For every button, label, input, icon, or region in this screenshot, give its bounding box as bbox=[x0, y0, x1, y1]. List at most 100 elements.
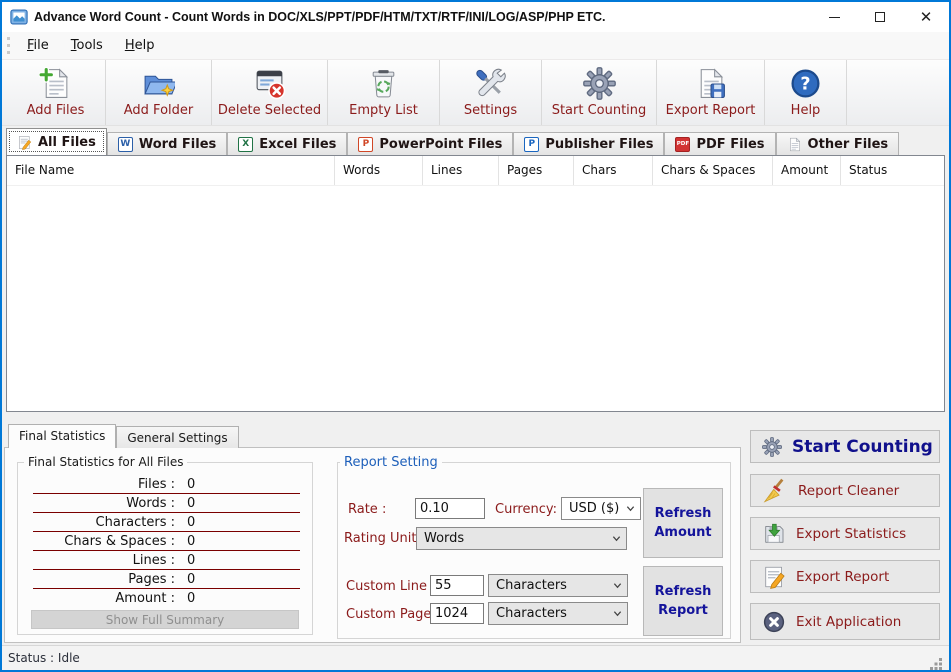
export-report-button[interactable]: Export Report bbox=[750, 560, 940, 593]
toolbar-button-label: Add Files bbox=[27, 103, 85, 118]
tab-publisher-files[interactable]: P Publisher Files bbox=[513, 132, 664, 155]
action-button-label: Start Counting bbox=[792, 437, 933, 457]
refresh-report-button[interactable]: Refresh Report bbox=[643, 566, 723, 636]
status-text: Status : Idle bbox=[8, 651, 80, 665]
toolbar-button-label: Export Report bbox=[666, 103, 756, 118]
stat-value: 0 bbox=[187, 477, 195, 492]
tab-general-settings[interactable]: General Settings bbox=[116, 426, 238, 448]
stat-row-files: Files : 0 bbox=[33, 475, 300, 494]
broom-icon bbox=[762, 478, 788, 504]
minimize-button[interactable] bbox=[811, 2, 857, 32]
add-folder-button[interactable]: Add Folder bbox=[106, 60, 212, 125]
column-header-pages[interactable]: Pages bbox=[499, 156, 574, 185]
maximize-icon bbox=[875, 12, 885, 22]
all-files-icon bbox=[17, 135, 32, 150]
maximize-button[interactable] bbox=[857, 2, 903, 32]
exit-icon bbox=[762, 610, 786, 634]
table-body-empty[interactable] bbox=[7, 186, 944, 411]
start-counting-toolbar-button[interactable]: Start Counting bbox=[542, 60, 657, 125]
custom-line-unit-select[interactable]: Characters bbox=[488, 574, 628, 597]
close-button[interactable]: ✕ bbox=[903, 2, 949, 32]
export-report-toolbar-button[interactable]: Export Report bbox=[657, 60, 765, 125]
final-statistics-page: Final Statistics for All Files Files : 0… bbox=[4, 447, 741, 643]
toolbar-button-label: Empty List bbox=[349, 103, 418, 118]
tab-label: PDF Files bbox=[696, 137, 764, 152]
tab-label: Excel Files bbox=[259, 137, 336, 152]
chevron-down-icon bbox=[613, 609, 622, 618]
column-header-chars[interactable]: Chars bbox=[574, 156, 653, 185]
stat-label: Chars & Spaces : bbox=[33, 534, 175, 549]
export-statistics-icon bbox=[762, 522, 786, 546]
stat-label: Files : bbox=[33, 477, 175, 492]
stat-value: 0 bbox=[187, 572, 195, 587]
empty-list-button[interactable]: Empty List bbox=[328, 60, 440, 125]
column-header-status[interactable]: Status bbox=[841, 156, 944, 185]
tab-label: Word Files bbox=[139, 137, 216, 152]
menu-tools[interactable]: Tools bbox=[60, 34, 114, 57]
exit-application-button[interactable]: Exit Application bbox=[750, 603, 940, 640]
action-button-panel: Start Counting Report Cleaner Ex bbox=[750, 418, 940, 645]
settings-button[interactable]: Settings bbox=[440, 60, 542, 125]
column-header-file-name[interactable]: File Name bbox=[7, 156, 335, 185]
toolbar-button-label: Help bbox=[791, 103, 821, 118]
stat-value: 0 bbox=[187, 591, 195, 606]
action-button-label: Report Cleaner bbox=[798, 483, 899, 499]
action-button-label: Export Statistics bbox=[796, 526, 906, 542]
column-header-words[interactable]: Words bbox=[335, 156, 423, 185]
custom-line-input[interactable] bbox=[430, 575, 484, 596]
stat-row-chars-spaces: Chars & Spaces : 0 bbox=[33, 532, 300, 551]
help-button[interactable]: ? Help bbox=[765, 60, 847, 125]
delete-selected-button[interactable]: Delete Selected bbox=[212, 60, 328, 125]
start-counting-button[interactable]: Start Counting bbox=[750, 430, 940, 463]
stat-row-lines: Lines : 0 bbox=[33, 551, 300, 570]
add-files-button[interactable]: Add Files bbox=[6, 60, 106, 125]
column-header-lines[interactable]: Lines bbox=[423, 156, 499, 185]
tab-powerpoint-files[interactable]: P PowerPoint Files bbox=[347, 132, 513, 155]
bottom-panel: Final Statistics General Settings Final … bbox=[2, 418, 949, 645]
rating-unit-select[interactable]: Words bbox=[416, 527, 627, 550]
currency-select[interactable]: USD ($) bbox=[561, 497, 641, 520]
column-header-chars-spaces[interactable]: Chars & Spaces bbox=[653, 156, 773, 185]
report-cleaner-button[interactable]: Report Cleaner bbox=[750, 474, 940, 507]
stat-label: Amount : bbox=[33, 591, 175, 606]
tab-excel-files[interactable]: X Excel Files bbox=[227, 132, 347, 155]
table-header: File Name Words Lines Pages Chars Chars … bbox=[7, 156, 944, 186]
page-pencil-icon bbox=[762, 565, 786, 589]
stat-label: Pages : bbox=[33, 572, 175, 587]
tab-other-files[interactable]: Other Files bbox=[776, 132, 900, 155]
tab-word-files[interactable]: W Word Files bbox=[107, 132, 227, 155]
menu-help[interactable]: Help bbox=[114, 34, 166, 57]
resize-grip[interactable] bbox=[929, 656, 943, 670]
stat-label: Characters : bbox=[33, 515, 175, 530]
custom-page-label: Custom Page : bbox=[346, 607, 440, 622]
menu-file[interactable]: File bbox=[16, 34, 60, 57]
show-full-summary-button[interactable]: Show Full Summary bbox=[31, 610, 299, 629]
tab-pdf-files[interactable]: PDF PDF Files bbox=[664, 132, 775, 155]
other-files-icon bbox=[787, 137, 802, 152]
chevron-down-icon bbox=[613, 581, 622, 590]
tab-all-files[interactable]: All Files bbox=[6, 128, 107, 155]
final-statistics-rows: Files : 0 Words : 0 Characters : 0 Chars… bbox=[33, 475, 300, 608]
window-title: Advance Word Count - Count Words in DOC/… bbox=[34, 10, 606, 24]
delete-selected-icon bbox=[253, 67, 286, 100]
export-statistics-button[interactable]: Export Statistics bbox=[750, 517, 940, 550]
stat-row-words: Words : 0 bbox=[33, 494, 300, 513]
final-statistics-group: Final Statistics for All Files Files : 0… bbox=[17, 455, 313, 635]
file-list-table: File Name Words Lines Pages Chars Chars … bbox=[6, 155, 945, 412]
column-header-amount[interactable]: Amount bbox=[773, 156, 841, 185]
tab-label: Other Files bbox=[808, 137, 889, 152]
report-setting-group-title: Report Setting bbox=[340, 455, 442, 470]
stat-label: Lines : bbox=[33, 553, 175, 568]
tab-label: All Files bbox=[38, 135, 96, 150]
minimize-icon bbox=[829, 17, 840, 18]
custom-page-unit-select[interactable]: Characters bbox=[488, 602, 628, 625]
stat-value: 0 bbox=[187, 496, 195, 511]
currency-label: Currency: bbox=[495, 502, 557, 517]
custom-page-input[interactable] bbox=[430, 603, 484, 624]
tab-final-statistics[interactable]: Final Statistics bbox=[8, 424, 116, 448]
refresh-amount-button[interactable]: Refresh Amount bbox=[643, 488, 723, 558]
tab-label: Publisher Files bbox=[545, 137, 653, 152]
rate-input[interactable] bbox=[415, 498, 485, 519]
action-button-label: Exit Application bbox=[796, 614, 901, 630]
chevron-down-icon bbox=[626, 504, 635, 513]
